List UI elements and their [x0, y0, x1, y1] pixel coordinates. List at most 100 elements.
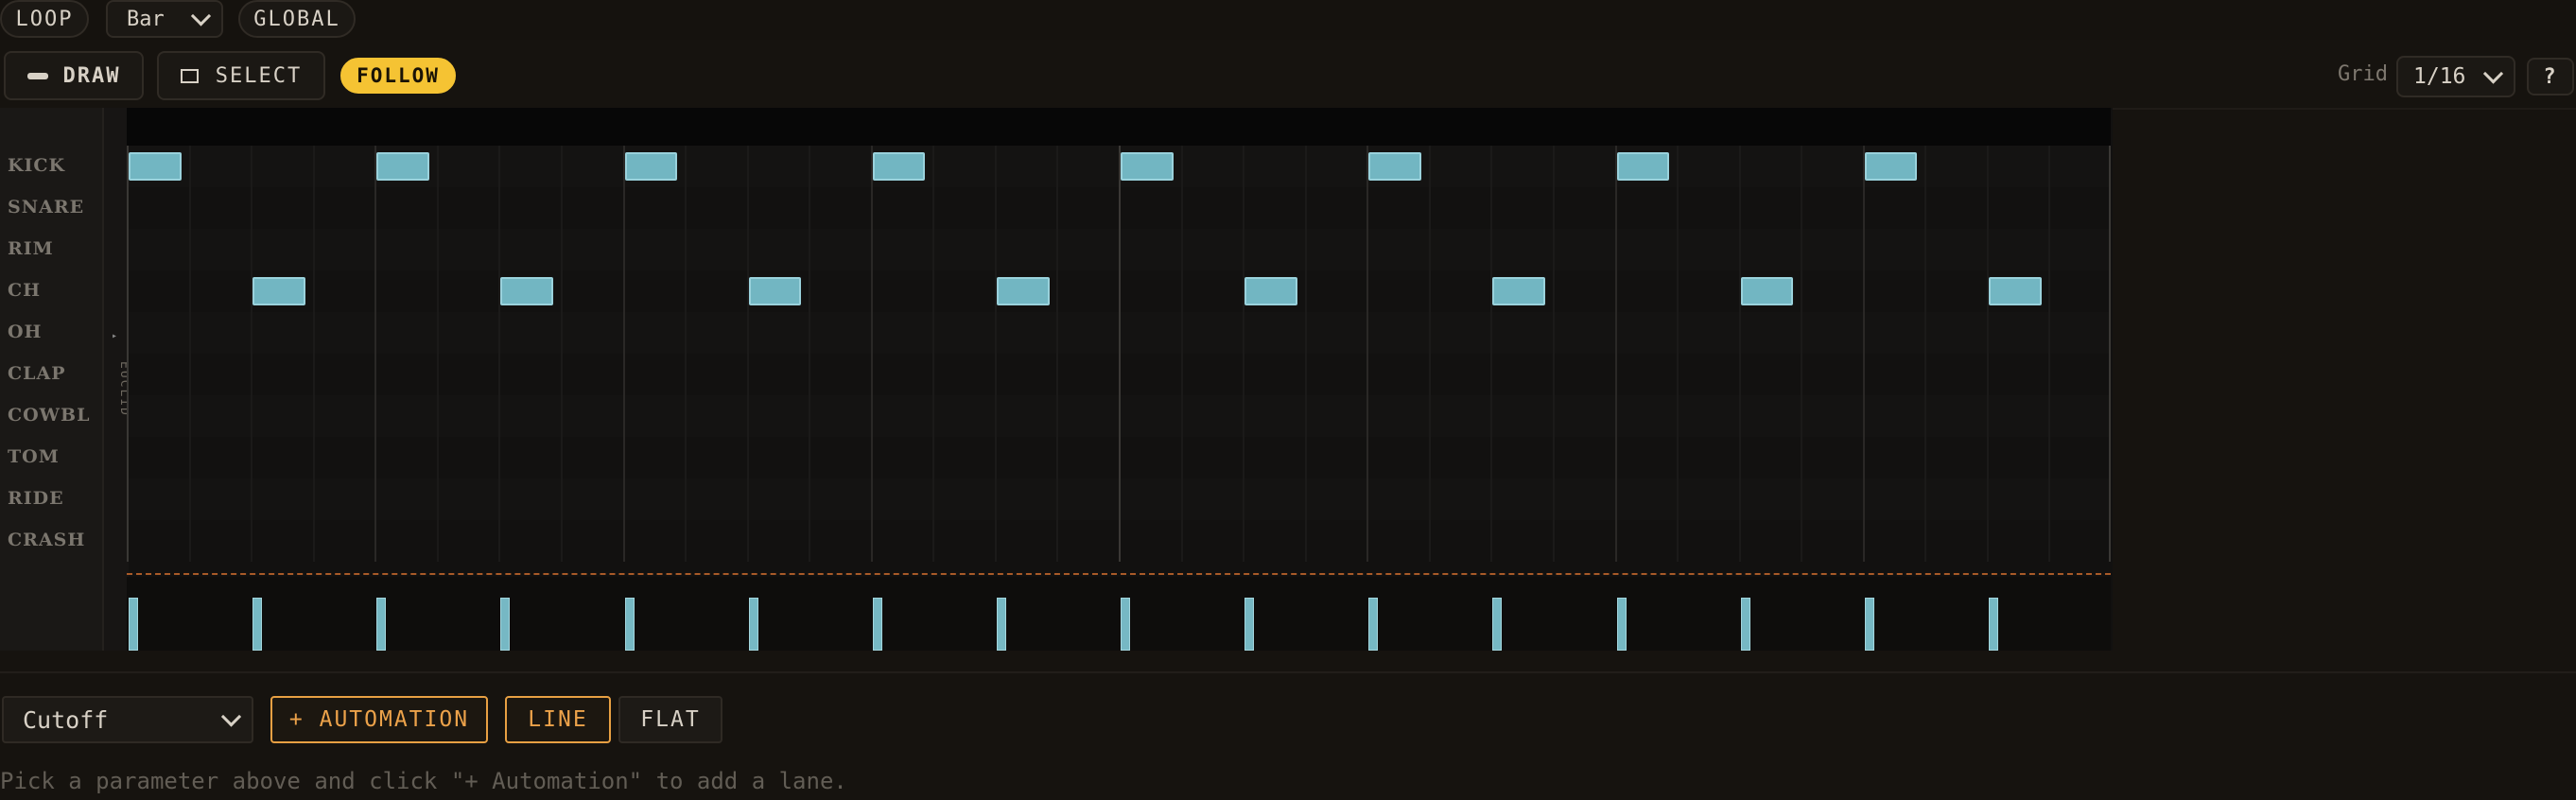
step-grid[interactable]: [127, 146, 2111, 562]
grid-line: [746, 146, 749, 562]
note-kick-step-12[interactable]: [872, 152, 926, 181]
note-ch-step-18[interactable]: [1244, 277, 1297, 305]
velocity-bar-step-24[interactable]: [1616, 598, 1627, 651]
step-sequencer: KICK SNARE RIM CH OH CLAP COWBL TOM RIDE CRASH ▸ …: [0, 108, 2113, 651]
automation-panel: Cutoff + AUTOMATION LINE FLAT Pick a par…: [0, 671, 2576, 800]
grid-line: [1862, 146, 1865, 562]
note-ch-step-14[interactable]: [996, 277, 1050, 305]
grid-line: [1490, 146, 1493, 562]
grid-line: [251, 146, 253, 562]
timeline-header[interactable]: [127, 108, 2111, 146]
velocity-bar-step-16[interactable]: [1121, 598, 1130, 651]
draw-label: DRAW: [62, 63, 121, 88]
note-ch-step-30[interactable]: [1988, 277, 2042, 305]
grid-label: Grid: [2338, 62, 2388, 86]
velocity-bar-step-2[interactable]: [252, 598, 263, 651]
draw-button[interactable]: DRAW: [4, 51, 144, 100]
velocity-bar-step-28[interactable]: [1864, 598, 1874, 651]
note-kick-step-24[interactable]: [1616, 152, 1670, 181]
grid-line: [1428, 146, 1431, 562]
global-button[interactable]: GLOBAL: [238, 0, 356, 38]
select-button[interactable]: SELECT: [157, 51, 325, 100]
grid-line: [1924, 146, 1927, 562]
toolbar: DRAW SELECT FOLLOW Grid 1/16 ?: [0, 42, 2576, 110]
track-label-oh[interactable]: OH: [8, 322, 43, 342]
grid-select[interactable]: 1/16: [2396, 56, 2515, 97]
velocity-bar-step-12[interactable]: [872, 598, 882, 651]
track-label-ride[interactable]: RIDE: [8, 488, 64, 509]
velocity-bar-step-22[interactable]: [1492, 598, 1503, 651]
flat-mode-button[interactable]: FLAT: [618, 696, 722, 743]
grid-line: [436, 146, 439, 562]
note-kick-step-8[interactable]: [624, 152, 678, 181]
velocity-bar-step-4[interactable]: [376, 598, 387, 651]
note-kick-step-4[interactable]: [376, 152, 429, 181]
transport-strip: LOOP Bar GLOBAL: [0, 0, 2576, 40]
track-labels: KICK SNARE RIM CH OH CLAP COWBL TOM RIDE CRASH: [0, 108, 102, 651]
bar-select[interactable]: Bar: [106, 0, 223, 38]
chevron-down-icon: [220, 706, 242, 727]
track-label-kick[interactable]: KICK: [8, 155, 65, 176]
grid-select-value: 1/16: [2413, 64, 2466, 89]
velocity-bar-step-26[interactable]: [1740, 598, 1750, 651]
euclid-panel[interactable]: ▸ EUCLID: [102, 108, 131, 651]
track-label-crash[interactable]: CRASH: [8, 530, 85, 550]
select-label: SELECT: [215, 63, 303, 88]
track-label-snare[interactable]: SNARE: [8, 197, 84, 217]
grid-line: [1243, 146, 1245, 562]
grid-line: [1614, 146, 1617, 562]
pencil-icon: [26, 72, 48, 79]
velocity-lane[interactable]: [127, 573, 2111, 651]
note-kick-step-0[interactable]: [129, 152, 182, 181]
note-ch-step-6[interactable]: [500, 277, 554, 305]
note-ch-step-26[interactable]: [1740, 277, 1794, 305]
velocity-bar-step-0[interactable]: [129, 598, 138, 651]
bar-select-value: Bar: [127, 7, 165, 31]
track-label-clap[interactable]: CLAP: [8, 363, 66, 384]
track-label-ch[interactable]: CH: [8, 280, 41, 301]
grid-line: [1677, 146, 1680, 562]
note-kick-step-20[interactable]: [1368, 152, 1421, 181]
track-label-tom[interactable]: TOM: [8, 446, 60, 467]
velocity-bar-step-20[interactable]: [1368, 598, 1379, 651]
velocity-reference-line: [127, 573, 2111, 575]
parameter-select[interactable]: Cutoff: [2, 696, 253, 743]
chevron-down-icon: [2482, 63, 2504, 84]
expand-arrow-icon: ▸: [112, 331, 118, 341]
grid-line: [127, 146, 129, 562]
velocity-bar-step-10[interactable]: [748, 598, 758, 651]
grid-line: [188, 146, 191, 562]
track-label-cowbl[interactable]: COWBL: [8, 405, 90, 426]
add-automation-button[interactable]: + AUTOMATION: [270, 696, 488, 743]
velocity-bar-step-30[interactable]: [1988, 598, 1998, 651]
velocity-bar-step-8[interactable]: [624, 598, 635, 651]
parameter-select-value: Cutoff: [23, 705, 109, 734]
follow-toggle[interactable]: FOLLOW: [340, 58, 456, 94]
grid-line: [1119, 146, 1121, 562]
note-ch-step-2[interactable]: [252, 277, 305, 305]
grid-line: [2109, 146, 2111, 562]
grid-line: [870, 146, 873, 562]
grid-line: [1986, 146, 1989, 562]
grid-line: [498, 146, 501, 562]
help-button[interactable]: ?: [2527, 58, 2574, 96]
chevron-down-icon: [190, 6, 212, 26]
grid-line: [1738, 146, 1741, 562]
note-kick-step-16[interactable]: [1121, 152, 1174, 181]
grid-line: [685, 146, 688, 562]
track-label-rim[interactable]: RIM: [8, 238, 54, 259]
velocity-bar-step-14[interactable]: [996, 598, 1006, 651]
grid-line: [809, 146, 811, 562]
velocity-bar-step-18[interactable]: [1244, 598, 1255, 651]
grid-line: [1552, 146, 1555, 562]
velocity-bar-step-6[interactable]: [500, 598, 511, 651]
note-ch-step-10[interactable]: [748, 277, 802, 305]
loop-button[interactable]: LOOP: [0, 0, 89, 38]
grid-line: [994, 146, 997, 562]
grid-line: [932, 146, 935, 562]
note-ch-step-22[interactable]: [1492, 277, 1546, 305]
note-kick-step-28[interactable]: [1864, 152, 1918, 181]
automation-hint: Pick a parameter above and click "+ Auto…: [0, 768, 847, 794]
grid-line: [374, 146, 377, 562]
line-mode-button[interactable]: LINE: [505, 696, 611, 743]
